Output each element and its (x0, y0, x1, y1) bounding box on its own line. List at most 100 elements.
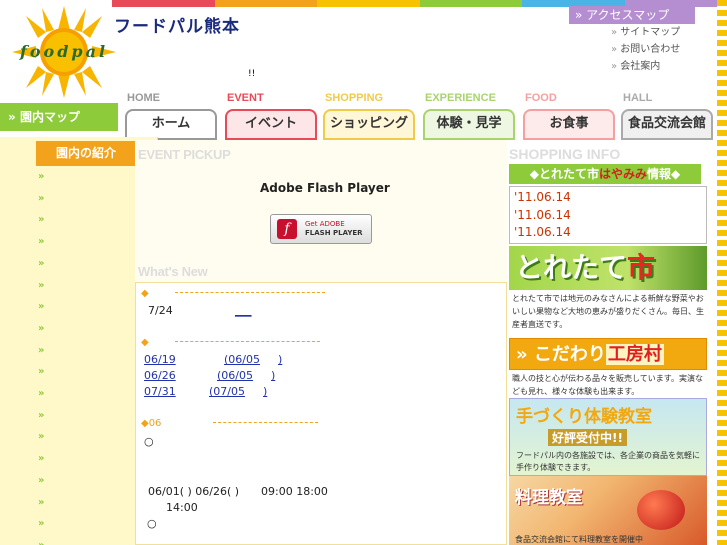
tomato-image (637, 490, 685, 530)
header-links: サイトマップ お問い合わせ 会社案内 (611, 24, 680, 75)
rest-prefix: ◆とれたて市 (529, 167, 599, 181)
taiken-desc: フードパル内の各施設では、各企業の商品を気軽に手作り体験できます。 (516, 451, 700, 472)
kodawari-banner[interactable]: » こだわり 工房村 (509, 338, 707, 370)
sidebar-item[interactable]: » (38, 513, 44, 535)
sidebar-item[interactable]: » (38, 275, 44, 297)
toretate-title: とれたて (515, 251, 628, 284)
tab-hall-en: HALL (623, 92, 653, 104)
taiken-banner[interactable]: 手づくり体験教室 好評受付中!! フードパル内の各施設では、各企業の商品を気軽に… (509, 398, 707, 476)
tab-shopping-label: ショッピング (323, 109, 415, 140)
sidebar-item[interactable]: » (38, 318, 44, 340)
schedule-dates: 06/01( ) 06/26( ) (148, 485, 240, 498)
sidebar-item[interactable]: » (38, 470, 44, 492)
sidebar-item[interactable]: » (38, 426, 44, 448)
toretate-desc: とれたて市では地元のみなさんによる新鮮な野菜やおいしい果物など大地の恵みが盛りだ… (512, 294, 704, 329)
schedule-time: 09:00 18:00 (261, 485, 328, 498)
whats-new-heading: What's New (138, 264, 208, 279)
sidebar-item[interactable]: » (38, 361, 44, 383)
taiken-title: 手づくり体験教室 (516, 407, 652, 427)
sidebar-item[interactable]: » (38, 340, 44, 362)
tab-food[interactable]: FOOD お食事 (523, 92, 615, 140)
sidebar-item[interactable]: » (38, 231, 44, 253)
foodpal-logo[interactable]: foodpal (8, 4, 120, 100)
news-row-2-close[interactable]: ) (271, 369, 275, 382)
tab-event[interactable]: EVENT イベント (225, 92, 317, 140)
news-row-3-date[interactable]: 07/31 (144, 385, 176, 398)
news-circle-1: ○ (144, 435, 154, 448)
news-bullet-1: ◆ (141, 288, 149, 299)
flash-button-line2: FLASH PLAYER (305, 229, 363, 237)
sidebar-item[interactable]: » (38, 492, 44, 514)
flash-button-line1: Get ADOBE (305, 220, 345, 228)
flash-icon: f (277, 219, 297, 239)
tab-shopping[interactable]: SHOPPING ショッピング (323, 92, 415, 140)
contact-link[interactable]: お問い合わせ (611, 41, 680, 58)
tab-hall[interactable]: HALL 食品交流会館 (621, 92, 713, 140)
taiken-reception: 好評受付中!! (548, 429, 627, 446)
tab-experience-en: EXPERIENCE (425, 92, 496, 104)
tab-hall-label: 食品交流会館 (621, 109, 713, 140)
tab-event-en: EVENT (227, 92, 264, 104)
news-date-724: 7/24 (148, 304, 173, 317)
news-circle-2: ○ (147, 517, 157, 530)
tab-experience[interactable]: EXPERIENCE 体験・見学 (423, 92, 515, 140)
get-flash-button[interactable]: f Get ADOBE FLASH PLAYER (270, 214, 372, 244)
access-map-label: アクセスマップ (586, 8, 670, 22)
sidebar-item[interactable]: » (38, 405, 44, 427)
news-row-3-close[interactable]: ) (263, 385, 267, 398)
news-row-1-sub[interactable]: (06/05 (224, 353, 260, 366)
company-link[interactable]: 会社案内 (611, 58, 680, 75)
sidebar-list: »»»»»»»»»»»»»»»»»» (38, 166, 44, 545)
brand-title[interactable]: フードパル熊本 (114, 12, 240, 37)
shopping-info-heading: SHOPPING INFO (509, 146, 621, 162)
market-closed-info-header: ◆とれたて市はやみみ情報◆ (509, 164, 701, 184)
ryori-title: 料理教室 (515, 488, 583, 508)
logo-text: foodpal (20, 42, 109, 61)
kodawari-desc: 職人の技と心が伝わる品々を販売しています。実演なども見れ、様々な体験も出来ます。 (512, 374, 703, 396)
schedule-time2: 14:00 (166, 501, 198, 514)
sidebar-item[interactable]: » (38, 535, 44, 545)
toretate-market-banner[interactable]: とれたて市 (509, 246, 707, 290)
rest-suffix: 情報◆ (647, 167, 681, 181)
tab-home[interactable]: HOME ホーム (125, 92, 217, 140)
tab-home-label: ホーム (125, 109, 217, 140)
closed-date-1[interactable]: '11.06.14 (514, 189, 706, 207)
news-link-724[interactable]: ___ (235, 304, 252, 317)
tab-event-label: イベント (225, 109, 317, 140)
closed-date-3[interactable]: '11.06.14 (514, 224, 706, 242)
tab-food-en: FOOD (525, 92, 557, 104)
closed-dates-list: '11.06.14 '11.06.14 '11.06.14 (509, 186, 707, 244)
toretate-ichi: 市 (627, 251, 656, 284)
closed-date-2[interactable]: '11.06.14 (514, 207, 706, 225)
kodawari-red: 工房村 (605, 344, 664, 365)
sidebar-item[interactable]: » (38, 188, 44, 210)
sitemap-link[interactable]: サイトマップ (611, 24, 680, 41)
park-map-label: 園内マップ (19, 110, 80, 124)
rest-red: はやみみ (598, 167, 647, 181)
kodawari-prefix: こだわり (533, 344, 606, 365)
page: foodpal フードパル熊本 » アクセスマップ サイトマップ お問い合わせ … (0, 0, 727, 545)
right-stripe (717, 0, 727, 545)
sidebar-item[interactable]: » (38, 448, 44, 470)
tab-experience-label: 体験・見学 (423, 109, 515, 140)
sidebar-item[interactable]: » (38, 209, 44, 231)
news-row-3-sub[interactable]: (07/05 (209, 385, 245, 398)
news-row-1-date[interactable]: 06/19 (144, 353, 176, 366)
news-row-2-date[interactable]: 06/26 (144, 369, 176, 382)
park-map-button[interactable]: » 園内マップ (0, 103, 118, 131)
sidebar-item[interactable]: » (38, 296, 44, 318)
dash-line-3 (213, 417, 318, 423)
access-map-button[interactable]: » アクセスマップ (569, 6, 695, 24)
event-pickup-heading: EVENT PICKUP (138, 147, 231, 162)
ryori-desc: 食品交流会館にて料理教室を開催中 (515, 535, 643, 544)
main-nav: HOME ホーム EVENT イベント SHOPPING ショッピング EXPE… (125, 92, 715, 140)
news-bullet-2: ◆ (141, 337, 149, 348)
news-row-1-close[interactable]: ) (278, 353, 282, 366)
news-row-2-sub[interactable]: (06/05 (217, 369, 253, 382)
sidebar-item[interactable]: » (38, 383, 44, 405)
tab-food-label: お食事 (523, 109, 615, 140)
sidebar-item[interactable]: » (38, 253, 44, 275)
sidebar-item[interactable]: » (38, 166, 44, 188)
cooking-class-banner[interactable]: 料理教室 食品交流会館にて料理教室を開催中 (509, 476, 707, 545)
flash-title: Adobe Flash Player (260, 181, 390, 195)
